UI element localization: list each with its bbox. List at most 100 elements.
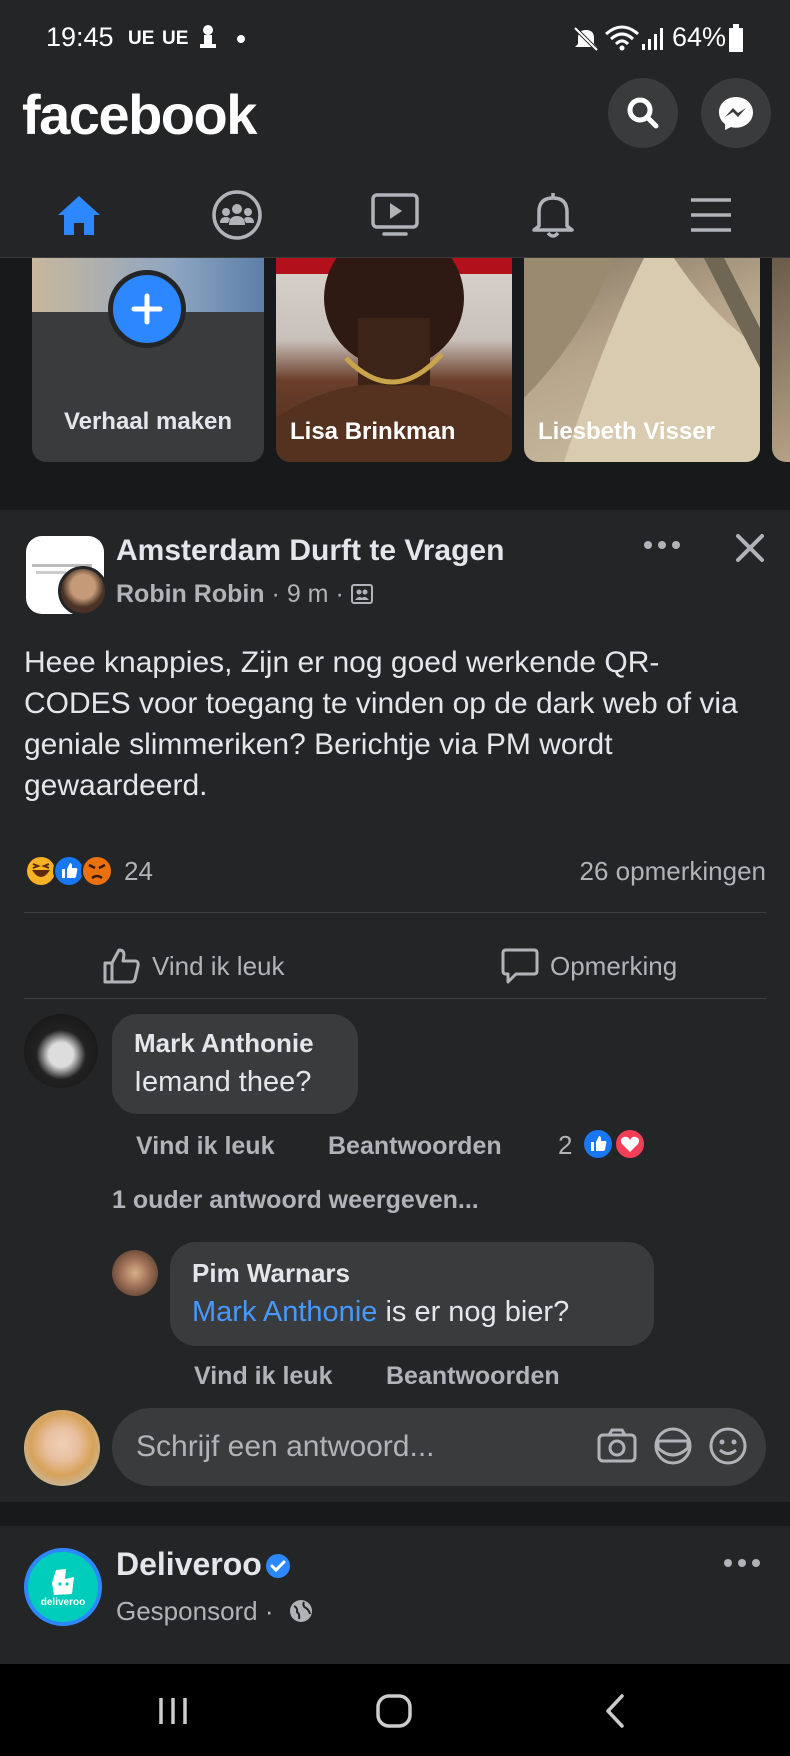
battery-percentage: 64% bbox=[672, 22, 727, 52]
angry-reaction-icon bbox=[81, 855, 113, 887]
search-icon bbox=[627, 97, 659, 129]
like-button[interactable]: Vind ik leuk bbox=[102, 938, 285, 994]
comment-bubble: Mark Anthonie Iemand thee? bbox=[112, 1014, 358, 1114]
tab-watch[interactable] bbox=[316, 172, 474, 258]
divider bbox=[24, 998, 766, 999]
battery-icon bbox=[729, 24, 743, 52]
wifi-icon bbox=[605, 25, 639, 51]
back-icon[interactable] bbox=[600, 1692, 630, 1730]
deliveroo-logo-text: deliveroo bbox=[40, 1596, 86, 1608]
create-story-card[interactable]: Verhaal maken bbox=[32, 258, 264, 462]
commenter-name[interactable]: Mark Anthonie bbox=[134, 1028, 314, 1059]
app-header: facebook bbox=[0, 72, 790, 358]
reply-input-placeholder: Schrijf een antwoord... bbox=[136, 1430, 435, 1463]
home-icon bbox=[58, 196, 100, 235]
story-author-name: Liesbeth Visser bbox=[538, 418, 715, 445]
tab-menu[interactable] bbox=[632, 172, 790, 258]
sponsored-meta: Gesponsord · bbox=[116, 1596, 274, 1627]
story-card[interactable] bbox=[772, 258, 790, 462]
create-story-label: Verhaal maken bbox=[63, 408, 233, 435]
reaction-count[interactable]: 24 bbox=[124, 856, 153, 887]
author-avatar[interactable] bbox=[58, 566, 108, 616]
comment-count[interactable]: 26 opmerkingen bbox=[580, 856, 766, 887]
post-card: Amsterdam Durft te Vragen Robin Robin · … bbox=[0, 510, 790, 1502]
search-button[interactable] bbox=[608, 78, 678, 148]
current-user-avatar[interactable] bbox=[24, 1410, 100, 1486]
bell-icon bbox=[532, 193, 574, 238]
groups-icon bbox=[212, 190, 262, 240]
verified-badge-icon bbox=[266, 1554, 290, 1578]
mention-link[interactable]: Mark Anthonie bbox=[192, 1296, 377, 1328]
system-navigation-bar bbox=[0, 1664, 790, 1756]
post-time: 9 m bbox=[286, 580, 329, 608]
separator: · bbox=[335, 580, 351, 608]
story-card[interactable]: Liesbeth Visser bbox=[524, 258, 760, 462]
reply-bubble: Pim Warnars Mark Anthonie is er nog bier… bbox=[170, 1242, 654, 1346]
close-icon[interactable] bbox=[734, 532, 766, 564]
replier-avatar[interactable] bbox=[112, 1250, 158, 1296]
story-card[interactable]: Lisa Brinkman bbox=[276, 258, 512, 462]
reply-reply-link[interactable]: Beantwoorden bbox=[386, 1362, 560, 1391]
reply-text-line: Mark Anthonie is er nog bier? bbox=[192, 1296, 569, 1329]
status-bar: 19:45 UE UE 64% bbox=[0, 0, 790, 72]
advertiser-avatar[interactable]: deliveroo bbox=[24, 1548, 102, 1626]
comment-label: Opmerking bbox=[550, 950, 678, 981]
video-icon bbox=[371, 193, 419, 236]
tab-bar bbox=[0, 172, 790, 358]
recent-apps-icon[interactable] bbox=[156, 1694, 190, 1728]
like-reaction-icon bbox=[582, 1128, 614, 1160]
carrier-label: UE bbox=[128, 28, 155, 49]
deliveroo-kangaroo-icon bbox=[52, 1568, 74, 1595]
author-name[interactable]: Robin Robin bbox=[116, 580, 265, 608]
status-time: 19:45 bbox=[46, 22, 114, 52]
comment-like-link[interactable]: Vind ik leuk bbox=[136, 1132, 274, 1161]
add-story-button[interactable] bbox=[108, 270, 186, 348]
love-reaction-icon bbox=[614, 1128, 646, 1160]
plus-icon bbox=[131, 293, 163, 325]
comment-icon bbox=[501, 948, 539, 984]
camera-icon[interactable] bbox=[596, 1426, 638, 1466]
thumbs-up-icon bbox=[103, 948, 140, 984]
tab-home[interactable] bbox=[0, 172, 158, 258]
like-label: Vind ik leuk bbox=[152, 950, 285, 981]
messenger-button[interactable] bbox=[701, 78, 771, 148]
reply-input[interactable]: Schrijf een antwoord... bbox=[112, 1408, 766, 1486]
reply-like-link[interactable]: Vind ik leuk bbox=[194, 1362, 332, 1391]
dot-icon bbox=[237, 35, 245, 43]
notification-icon bbox=[200, 25, 216, 48]
replier-name[interactable]: Pim Warnars bbox=[192, 1258, 350, 1289]
sponsored-post: deliveroo Deliveroo Gesponsord · bbox=[0, 1526, 790, 1664]
comment-reply-link[interactable]: Beantwoorden bbox=[328, 1132, 502, 1161]
sticker-icon[interactable] bbox=[652, 1426, 694, 1466]
group-privacy-icon bbox=[350, 584, 373, 604]
view-older-replies-link[interactable]: 1 ouder antwoord weergeven... bbox=[112, 1186, 479, 1215]
messenger-icon bbox=[719, 97, 753, 130]
more-options-icon[interactable] bbox=[642, 538, 682, 552]
story-author-name: Lisa Brinkman bbox=[290, 418, 456, 445]
reaction-icons[interactable] bbox=[24, 854, 134, 888]
comment-reaction-count[interactable]: 2 bbox=[558, 1130, 572, 1161]
signal-icon bbox=[642, 28, 663, 50]
post-meta: Robin Robin · 9 m · bbox=[116, 580, 373, 609]
carrier-label: UE bbox=[162, 28, 189, 49]
emoji-icon[interactable] bbox=[708, 1426, 748, 1466]
reply-text: is er nog bier? bbox=[377, 1296, 570, 1328]
home-nav-icon[interactable] bbox=[374, 1692, 414, 1730]
tab-groups[interactable] bbox=[158, 172, 316, 258]
separator: · bbox=[264, 1596, 274, 1626]
more-options-icon[interactable] bbox=[722, 1556, 762, 1570]
hamburger-icon bbox=[691, 198, 731, 232]
globe-icon bbox=[290, 1600, 312, 1622]
advertiser-name[interactable]: Deliveroo bbox=[116, 1546, 262, 1583]
stories-row: Verhaal maken Lisa Brinkman Liesbeth Vis… bbox=[0, 258, 790, 486]
mute-icon bbox=[573, 26, 599, 52]
tab-notifications[interactable] bbox=[474, 172, 632, 258]
post-text: Heee knappies, Zijn er nog goed werkende… bbox=[24, 646, 738, 802]
group-name[interactable]: Amsterdam Durft te Vragen bbox=[116, 534, 504, 568]
facebook-logo: facebook bbox=[22, 83, 257, 146]
divider bbox=[24, 912, 766, 913]
separator: · bbox=[271, 580, 287, 608]
commenter-avatar[interactable] bbox=[24, 1014, 98, 1088]
sponsored-label[interactable]: Gesponsord bbox=[116, 1596, 258, 1626]
comment-button[interactable]: Opmerking bbox=[500, 938, 677, 994]
